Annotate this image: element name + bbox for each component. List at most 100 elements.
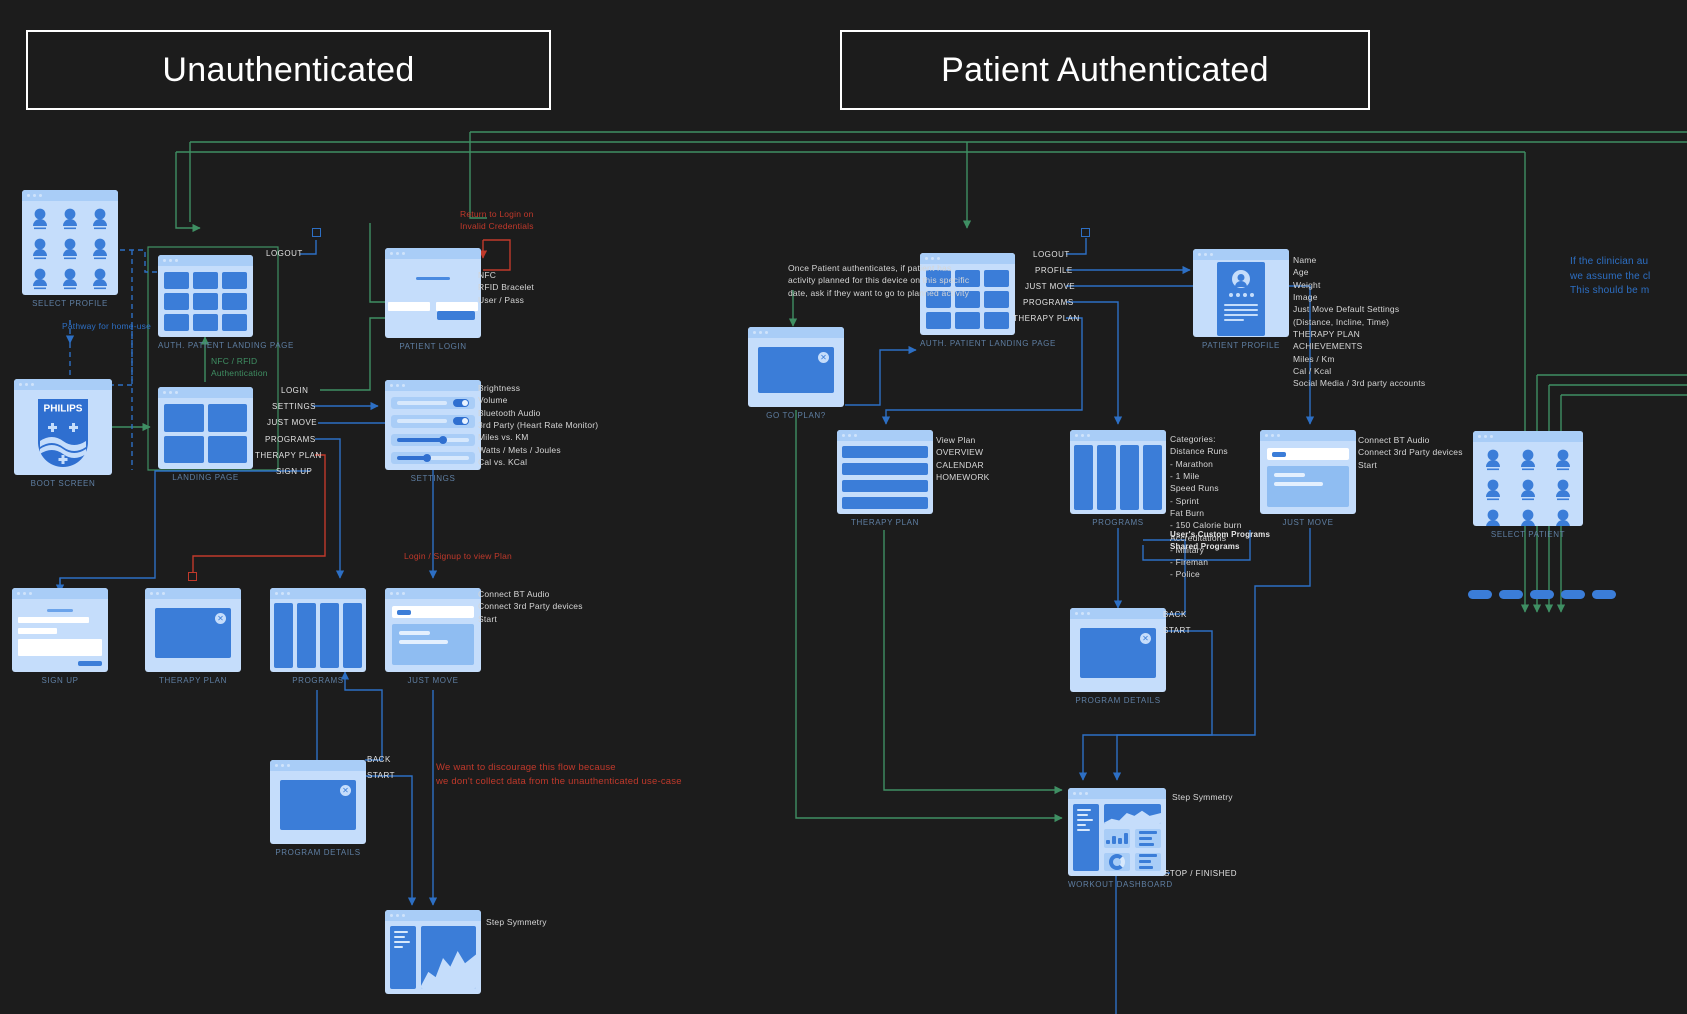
landing-tile[interactable] <box>984 270 1009 287</box>
landing-tile[interactable] <box>164 314 189 331</box>
screen-settings[interactable]: SETTINGS <box>385 380 481 483</box>
landing-tile[interactable] <box>193 272 218 289</box>
program-column[interactable] <box>274 603 293 668</box>
signup-submit-button[interactable] <box>78 660 102 666</box>
therapy-plan-row[interactable] <box>842 480 928 492</box>
avatar[interactable] <box>29 237 51 261</box>
setting-slider-row[interactable] <box>391 451 475 464</box>
program-column[interactable] <box>320 603 339 668</box>
avatar[interactable] <box>59 267 81 291</box>
username-field[interactable] <box>388 302 430 312</box>
pill-indicator[interactable] <box>1592 590 1616 599</box>
screen-program-details-unauth[interactable]: ✕ PROGRAM DETAILS <box>270 760 366 857</box>
setting-slider-row[interactable] <box>391 433 475 446</box>
signup-input[interactable] <box>18 627 57 634</box>
screen-therapy-plan-unauth[interactable]: ✕ THERAPY PLAN <box>145 588 241 685</box>
landing-tile[interactable] <box>164 435 204 463</box>
screen-programs-unauth[interactable]: PROGRAMS <box>270 588 366 685</box>
therapy-plan-row-list[interactable] <box>842 446 928 509</box>
program-column[interactable] <box>1143 445 1162 510</box>
avatar[interactable] <box>89 237 111 261</box>
landing-tile[interactable] <box>193 314 218 331</box>
screen-sign-up[interactable]: SIGN UP <box>12 588 108 685</box>
pill-indicator[interactable] <box>1561 590 1585 599</box>
landing-tile[interactable] <box>222 272 247 289</box>
screen-workout-dashboard[interactable]: WORKOUT DASHBOARD <box>1068 788 1172 889</box>
just-move-search-field[interactable] <box>392 606 474 618</box>
toggle-switch[interactable] <box>453 399 469 408</box>
screen-boot[interactable]: PHILIPS BOOT SCREEN <box>14 379 112 488</box>
avatar[interactable] <box>1517 478 1539 502</box>
close-icon[interactable]: ✕ <box>1140 633 1151 644</box>
screen-just-move-auth[interactable]: JUST MOVE <box>1260 430 1356 527</box>
just-move-search-field[interactable] <box>1267 448 1349 460</box>
locked-modal[interactable]: ✕ <box>155 608 231 658</box>
avatar[interactable] <box>59 237 81 261</box>
slider-track[interactable] <box>397 435 469 444</box>
profile-avatar-grid[interactable] <box>28 207 112 291</box>
landing-tile[interactable] <box>926 312 951 329</box>
therapy-plan-row[interactable] <box>842 463 928 475</box>
pill-indicator[interactable] <box>1530 590 1554 599</box>
setting-toggle-row[interactable] <box>391 397 475 410</box>
avatar[interactable] <box>1552 478 1574 502</box>
program-column[interactable] <box>1120 445 1139 510</box>
landing-tile-grid[interactable] <box>164 404 247 463</box>
landing-tile[interactable] <box>222 293 247 310</box>
landing-tile[interactable] <box>222 314 247 331</box>
screen-patient-login[interactable]: PATIENT LOGIN <box>385 248 481 351</box>
landing-tile[interactable] <box>164 293 189 310</box>
signup-input[interactable] <box>18 616 89 623</box>
screen-auth-patient-landing[interactable]: AUTH. PATIENT LANDING PAGE <box>158 255 293 350</box>
screen-patient-profile[interactable]: PATIENT PROFILE <box>1193 249 1289 350</box>
password-field[interactable] <box>436 302 478 312</box>
go-to-plan-modal[interactable]: ✕ <box>758 347 834 393</box>
pill-indicator[interactable] <box>1499 590 1523 599</box>
avatar[interactable] <box>59 207 81 231</box>
avatar[interactable] <box>1552 448 1574 472</box>
patient-avatar-grid[interactable] <box>1479 448 1577 526</box>
landing-tile-grid[interactable] <box>164 272 247 331</box>
close-icon[interactable]: ✕ <box>215 613 226 624</box>
screen-programs-auth[interactable]: PROGRAMS <box>1070 430 1166 527</box>
avatar[interactable] <box>1482 448 1504 472</box>
program-column[interactable] <box>343 603 362 668</box>
avatar[interactable] <box>1517 508 1539 526</box>
screen-workout-dashboard-unauth[interactable] <box>385 910 481 994</box>
avatar[interactable] <box>1517 448 1539 472</box>
landing-tile[interactable] <box>984 312 1009 329</box>
slider-track[interactable] <box>397 453 469 462</box>
screen-go-to-plan[interactable]: ✕ GO TO PLAN? <box>748 327 844 420</box>
signup-textarea[interactable] <box>18 638 102 656</box>
screen-program-details-auth[interactable]: ✕ PROGRAM DETAILS <box>1070 608 1166 705</box>
program-modal[interactable]: ✕ <box>280 780 356 830</box>
avatar[interactable] <box>29 267 51 291</box>
pill-indicator[interactable] <box>1468 590 1492 599</box>
screen-just-move-unauth[interactable]: JUST MOVE <box>385 588 481 685</box>
landing-tile[interactable] <box>193 293 218 310</box>
landing-tile[interactable] <box>207 435 247 463</box>
avatar[interactable] <box>1482 508 1504 526</box>
program-modal[interactable]: ✕ <box>1080 628 1156 678</box>
avatar[interactable] <box>1482 478 1504 502</box>
close-icon[interactable]: ✕ <box>340 785 351 796</box>
program-column[interactable] <box>1074 445 1093 510</box>
avatar[interactable] <box>89 207 111 231</box>
avatar[interactable] <box>1552 508 1574 526</box>
program-column-list[interactable] <box>274 603 362 668</box>
landing-tile[interactable] <box>164 404 204 432</box>
screen-select-profile[interactable]: SELECT PROFILE <box>22 190 118 308</box>
pill-indicator-row[interactable] <box>1468 590 1616 599</box>
therapy-plan-row[interactable] <box>842 497 928 509</box>
avatar[interactable] <box>29 207 51 231</box>
landing-tile[interactable] <box>984 291 1009 308</box>
landing-tile[interactable] <box>164 272 189 289</box>
avatar[interactable] <box>89 267 111 291</box>
toggle-switch[interactable] <box>453 417 469 426</box>
setting-toggle-row[interactable] <box>391 415 475 428</box>
program-column-list[interactable] <box>1074 445 1162 510</box>
close-icon[interactable]: ✕ <box>818 352 829 363</box>
screen-therapy-plan-auth[interactable]: THERAPY PLAN <box>837 430 933 527</box>
landing-tile[interactable] <box>955 312 980 329</box>
program-column[interactable] <box>297 603 316 668</box>
